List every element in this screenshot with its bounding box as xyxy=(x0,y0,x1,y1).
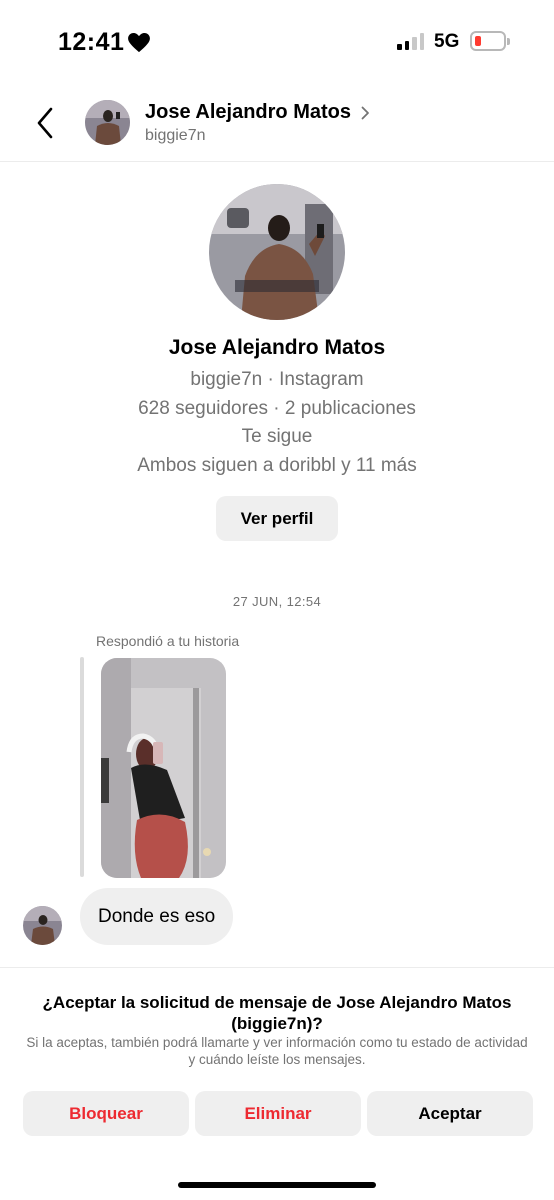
profile-mutuals-line: Ambos siguen a doribbl y 11 más xyxy=(137,455,417,476)
message-request-panel: ¿Aceptar la solicitud de mensaje de Jose… xyxy=(0,967,554,1200)
block-button[interactable]: Bloquear xyxy=(23,1091,189,1136)
message-date-stamp: 27 JUN, 12:54 xyxy=(232,594,322,609)
heart-icon xyxy=(128,32,151,52)
chevron-left-icon xyxy=(37,107,53,139)
story-reply-note: Respondió a tu historia xyxy=(96,633,240,649)
sender-avatar[interactable] xyxy=(23,906,62,945)
chevron-right-icon xyxy=(361,106,369,119)
request-title: ¿Aceptar la solicitud de mensaje de Jose… xyxy=(42,993,512,1033)
profile-avatar[interactable] xyxy=(209,184,345,320)
profile-follow-status: Te sigue xyxy=(241,426,313,447)
status-bar: 12:41 5G xyxy=(0,0,554,84)
header-avatar[interactable] xyxy=(85,100,130,145)
header-name-link[interactable]: Jose Alejandro Matos xyxy=(145,101,370,124)
delete-button[interactable]: Eliminar xyxy=(195,1091,361,1136)
accept-button[interactable]: Aceptar xyxy=(367,1091,533,1136)
conversation-header: Jose Alejandro Matos biggie7n xyxy=(0,84,554,162)
status-time: 12:41 xyxy=(58,28,151,57)
battery-icon xyxy=(470,31,510,51)
view-profile-button[interactable]: Ver perfil xyxy=(216,496,338,541)
header-username: biggie7n xyxy=(145,127,206,144)
request-subtitle: Si la aceptas, también podrá llamarte y … xyxy=(26,1035,528,1067)
story-thumbnail[interactable] xyxy=(101,658,226,878)
network-label: 5G xyxy=(434,31,460,52)
profile-name: Jose Alejandro Matos xyxy=(168,336,386,359)
signal-icon xyxy=(397,32,424,50)
profile-source-line: biggie7n · Instagram xyxy=(190,369,364,390)
status-time-text: 12:41 xyxy=(58,28,125,56)
profile-stats-line: 628 seguidores · 2 publicaciones xyxy=(138,398,416,419)
back-button[interactable] xyxy=(30,106,60,140)
message-bubble[interactable]: Donde es eso xyxy=(80,888,234,945)
home-indicator[interactable] xyxy=(178,1182,376,1188)
header-name: Jose Alejandro Matos xyxy=(145,101,351,123)
reply-quote-bar xyxy=(80,657,84,877)
